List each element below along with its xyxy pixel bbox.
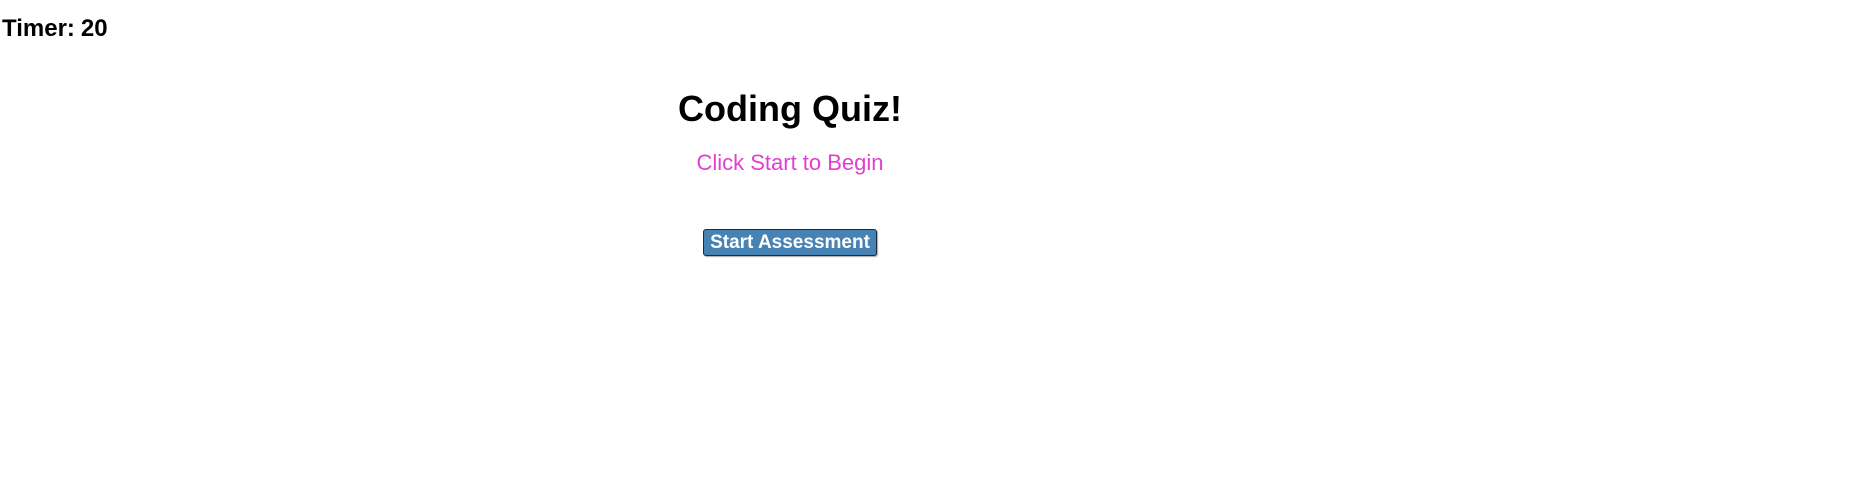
start-button-container: Start Assessment <box>0 229 1580 256</box>
quiz-instructions: Click Start to Begin <box>696 150 884 175</box>
page-title: Coding Quiz! <box>678 88 902 129</box>
timer-value: 20 <box>80 15 108 42</box>
timer: Timer: 20 <box>2 15 108 43</box>
quiz-page: Timer: 20 Coding Quiz! Click Start to Beg… <box>0 0 1873 502</box>
start-assessment-button[interactable]: Start Assessment <box>703 229 877 256</box>
timer-label: Timer: <box>2 15 75 42</box>
